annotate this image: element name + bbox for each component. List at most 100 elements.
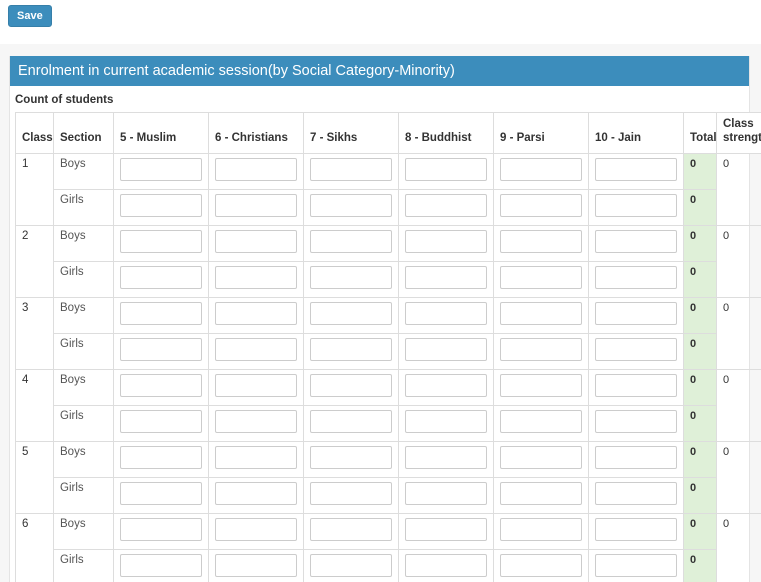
input-10-jain-girls-class-3[interactable] — [595, 338, 677, 361]
input-9-parsi-boys-class-6[interactable] — [500, 518, 582, 541]
input-8-buddhist-girls-class-2[interactable] — [405, 266, 487, 289]
input-6-christians-girls-class-2[interactable] — [215, 266, 297, 289]
input-8-buddhist-girls-class-4[interactable] — [405, 410, 487, 433]
input-9-parsi-girls-class-2[interactable] — [500, 266, 582, 289]
input-5-muslim-girls-class-4[interactable] — [120, 410, 202, 433]
input-5-muslim-boys-class-4[interactable] — [120, 374, 202, 397]
input-7-sikhs-boys-class-6[interactable] — [310, 518, 392, 541]
input-6-christians-boys-class-4[interactable] — [215, 374, 297, 397]
table-row: 4 Boys 0 0 — [15, 369, 761, 442]
input-7-sikhs-boys-class-3[interactable] — [310, 302, 392, 325]
input-10-jain-boys-class-3[interactable] — [595, 302, 677, 325]
input-8-buddhist-girls-class-6[interactable] — [405, 554, 487, 577]
input-7-sikhs-girls-class-2[interactable] — [310, 266, 392, 289]
cell-input-wrap — [493, 153, 589, 190]
input-10-jain-boys-class-2[interactable] — [595, 230, 677, 253]
input-9-parsi-girls-class-1[interactable] — [500, 194, 582, 217]
input-7-sikhs-girls-class-3[interactable] — [310, 338, 392, 361]
input-5-muslim-girls-class-6[interactable] — [120, 554, 202, 577]
cell-input-wrap — [303, 549, 399, 582]
cell-section-boys: Boys — [53, 297, 114, 334]
input-5-muslim-boys-class-3[interactable] — [120, 302, 202, 325]
input-9-parsi-boys-class-3[interactable] — [500, 302, 582, 325]
input-8-buddhist-boys-class-1[interactable] — [405, 158, 487, 181]
input-6-christians-boys-class-2[interactable] — [215, 230, 297, 253]
input-9-parsi-girls-class-6[interactable] — [500, 554, 582, 577]
input-7-sikhs-girls-class-6[interactable] — [310, 554, 392, 577]
input-5-muslim-girls-class-5[interactable] — [120, 482, 202, 505]
input-9-parsi-boys-class-4[interactable] — [500, 374, 582, 397]
input-8-buddhist-girls-class-1[interactable] — [405, 194, 487, 217]
cell-input-wrap — [303, 189, 399, 226]
cell-input-wrap — [588, 477, 684, 514]
input-8-buddhist-boys-class-2[interactable] — [405, 230, 487, 253]
cell-section-boys: Boys — [53, 513, 114, 550]
input-6-christians-boys-class-5[interactable] — [215, 446, 297, 469]
input-7-sikhs-boys-class-4[interactable] — [310, 374, 392, 397]
input-5-muslim-girls-class-2[interactable] — [120, 266, 202, 289]
cell-input-wrap — [588, 441, 684, 478]
input-9-parsi-girls-class-3[interactable] — [500, 338, 582, 361]
input-8-buddhist-boys-class-3[interactable] — [405, 302, 487, 325]
page-root: Save Enrolment in current academic sessi… — [0, 0, 761, 582]
input-6-christians-girls-class-5[interactable] — [215, 482, 297, 505]
cell-input-wrap — [113, 297, 209, 334]
input-8-buddhist-boys-class-6[interactable] — [405, 518, 487, 541]
input-6-christians-girls-class-6[interactable] — [215, 554, 297, 577]
cell-class-number: 5 — [15, 441, 54, 514]
table-body: 1 Boys 0 0 Girls 0 2 Boys 0 0 Girls 0 3 Boys 0 0 Girls 0 4… — [15, 153, 761, 582]
input-7-sikhs-girls-class-5[interactable] — [310, 482, 392, 505]
cell-total: 0 — [683, 549, 717, 582]
cell-section-girls: Girls — [53, 477, 114, 514]
input-10-jain-boys-class-4[interactable] — [595, 374, 677, 397]
input-8-buddhist-girls-class-3[interactable] — [405, 338, 487, 361]
input-7-sikhs-boys-class-1[interactable] — [310, 158, 392, 181]
table-row: 6 Boys 0 0 — [15, 513, 761, 582]
input-5-muslim-girls-class-3[interactable] — [120, 338, 202, 361]
input-9-parsi-boys-class-2[interactable] — [500, 230, 582, 253]
input-7-sikhs-girls-class-1[interactable] — [310, 194, 392, 217]
input-8-buddhist-boys-class-4[interactable] — [405, 374, 487, 397]
input-6-christians-girls-class-4[interactable] — [215, 410, 297, 433]
cell-input-wrap — [303, 261, 399, 298]
input-9-parsi-girls-class-4[interactable] — [500, 410, 582, 433]
cell-input-wrap — [303, 333, 399, 370]
input-6-christians-boys-class-6[interactable] — [215, 518, 297, 541]
input-7-sikhs-boys-class-5[interactable] — [310, 446, 392, 469]
input-10-jain-girls-class-5[interactable] — [595, 482, 677, 505]
input-5-muslim-girls-class-1[interactable] — [120, 194, 202, 217]
input-5-muslim-boys-class-5[interactable] — [120, 446, 202, 469]
input-5-muslim-boys-class-1[interactable] — [120, 158, 202, 181]
input-5-muslim-boys-class-2[interactable] — [120, 230, 202, 253]
cell-class-number: 1 — [15, 153, 54, 226]
cell-input-wrap — [303, 405, 399, 442]
save-button[interactable]: Save — [8, 5, 52, 27]
input-10-jain-girls-class-6[interactable] — [595, 554, 677, 577]
input-9-parsi-boys-class-5[interactable] — [500, 446, 582, 469]
input-10-jain-boys-class-1[interactable] — [595, 158, 677, 181]
header-minority-1: 5 - Muslim — [113, 112, 209, 154]
input-10-jain-girls-class-1[interactable] — [595, 194, 677, 217]
input-6-christians-boys-class-3[interactable] — [215, 302, 297, 325]
input-8-buddhist-boys-class-5[interactable] — [405, 446, 487, 469]
cell-input-wrap — [493, 513, 589, 550]
input-6-christians-girls-class-3[interactable] — [215, 338, 297, 361]
input-10-jain-girls-class-2[interactable] — [595, 266, 677, 289]
cell-input-wrap — [208, 261, 304, 298]
input-6-christians-girls-class-1[interactable] — [215, 194, 297, 217]
input-10-jain-girls-class-4[interactable] — [595, 410, 677, 433]
input-10-jain-boys-class-5[interactable] — [595, 446, 677, 469]
input-8-buddhist-girls-class-5[interactable] — [405, 482, 487, 505]
input-5-muslim-boys-class-6[interactable] — [120, 518, 202, 541]
cell-input-wrap — [398, 405, 494, 442]
cell-input-wrap — [398, 297, 494, 334]
cell-class-strength: 0 — [716, 369, 761, 442]
input-10-jain-boys-class-6[interactable] — [595, 518, 677, 541]
cell-input-wrap — [113, 261, 209, 298]
input-7-sikhs-girls-class-4[interactable] — [310, 410, 392, 433]
input-6-christians-boys-class-1[interactable] — [215, 158, 297, 181]
cell-total: 0 — [683, 405, 717, 442]
input-9-parsi-boys-class-1[interactable] — [500, 158, 582, 181]
input-7-sikhs-boys-class-2[interactable] — [310, 230, 392, 253]
input-9-parsi-girls-class-5[interactable] — [500, 482, 582, 505]
